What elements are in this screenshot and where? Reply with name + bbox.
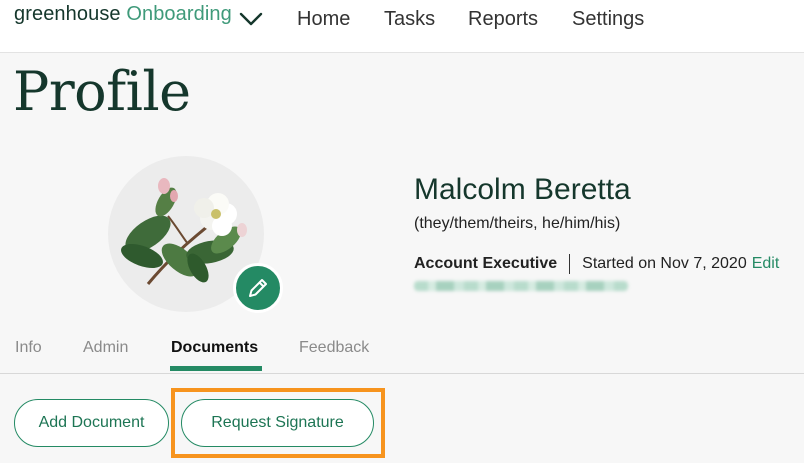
start-date: Started on Nov 7, 2020 — [582, 255, 747, 272]
top-navigation-bar: greenhouse Onboarding Home Tasks Reports… — [0, 0, 804, 53]
profile-tabs: Info Admin Documents Feedback — [0, 336, 804, 374]
request-signature-highlight — [171, 388, 385, 458]
chevron-down-icon[interactable] — [239, 12, 263, 26]
nav-settings[interactable]: Settings — [572, 8, 644, 31]
logo-brand-secondary: Onboarding — [126, 3, 232, 25]
tab-info[interactable]: Info — [15, 339, 42, 357]
active-tab-indicator — [170, 366, 262, 371]
add-document-button[interactable]: Add Document — [14, 399, 169, 447]
profile-meta: Account Executive Started on Nov 7, 2020… — [414, 254, 779, 274]
nav-reports[interactable]: Reports — [468, 8, 538, 31]
nav-tasks[interactable]: Tasks — [384, 8, 435, 31]
tab-documents[interactable]: Documents — [171, 339, 258, 357]
profile-pronouns: (they/them/theirs, he/him/his) — [414, 215, 621, 232]
edit-avatar-button[interactable] — [233, 263, 283, 313]
meta-divider — [569, 254, 571, 274]
logo-brand-primary: greenhouse — [14, 3, 121, 25]
page-title: Profile — [13, 60, 191, 123]
pencil-icon — [249, 279, 267, 297]
job-title: Account Executive — [414, 255, 558, 272]
profile-name: Malcolm Beretta — [414, 173, 631, 206]
tab-admin[interactable]: Admin — [83, 339, 128, 357]
app-logo[interactable]: greenhouse Onboarding — [14, 3, 232, 26]
email-redacted — [414, 281, 628, 291]
tab-feedback[interactable]: Feedback — [299, 339, 369, 357]
edit-start-date-link[interactable]: Edit — [752, 255, 780, 273]
nav-home[interactable]: Home — [297, 8, 350, 31]
